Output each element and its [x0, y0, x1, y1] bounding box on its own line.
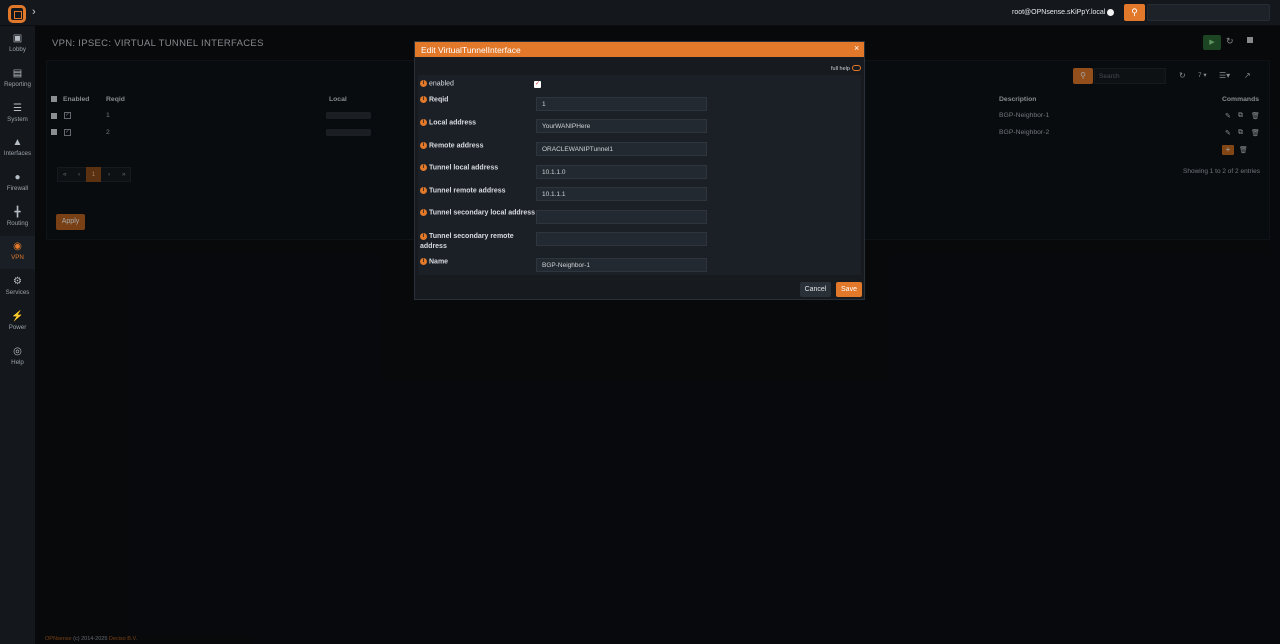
sidebar-item-label: Power — [8, 324, 27, 331]
enabled-checkbox[interactable]: ✓ — [534, 81, 541, 88]
modal-header: Edit VirtualTunnelInterface × — [415, 42, 864, 57]
save-button[interactable]: Save — [836, 282, 862, 297]
info-icon[interactable]: i — [420, 164, 427, 171]
server-icon: ☰ — [13, 103, 22, 114]
field-label-tunnel-local-address: i Tunnel local address — [420, 164, 498, 171]
sidebar: ▣ Lobby ▤ Reporting ☰ System ▲ Interface… — [0, 26, 35, 644]
sidebar-item-vpn[interactable]: ◉ VPN — [0, 236, 35, 269]
laptop-icon: ▣ — [12, 33, 23, 44]
sidebar-item-label: Services — [5, 289, 30, 296]
lifebuoy-icon: ◎ — [13, 346, 22, 357]
global-search-input[interactable] — [1147, 4, 1270, 21]
sidebar-item-power[interactable]: ⚡ Power — [0, 310, 35, 340]
sidebar-item-label: Routing — [6, 220, 29, 227]
cancel-button[interactable]: Cancel — [800, 282, 831, 297]
plug-icon: ⚡ — [11, 311, 24, 322]
area-chart-icon: ▤ — [12, 68, 23, 79]
field-label-enabled: i enabled — [420, 80, 454, 87]
opnsense-logo-icon[interactable] — [8, 5, 26, 23]
sidebar-item-label: VPN — [11, 254, 24, 261]
tunnel-secondary-local-address-input[interactable] — [536, 210, 707, 224]
toggle-icon[interactable] — [852, 65, 861, 71]
field-label-name: i Name — [420, 258, 448, 265]
remote-address-input[interactable] — [536, 142, 707, 156]
sidebar-item-interfaces[interactable]: ▲ Interfaces — [0, 136, 35, 166]
close-icon[interactable]: × — [854, 43, 859, 53]
signpost-icon: ╋ — [14, 207, 21, 218]
status-indicator-icon[interactable] — [1107, 9, 1114, 16]
sidebar-item-label: Lobby — [9, 46, 26, 53]
globe-icon: ◉ — [13, 241, 22, 252]
edit-modal: Edit VirtualTunnelInterface × full help … — [414, 41, 865, 300]
sidebar-item-label: Reporting — [4, 81, 31, 88]
local-address-input[interactable] — [536, 119, 707, 133]
sidebar-item-help[interactable]: ◎ Help — [0, 345, 35, 375]
fire-icon: ● — [14, 172, 21, 183]
sidebar-item-services[interactable]: ⚙ Services — [0, 275, 35, 305]
field-label-tunnel-secondary-remote-address: i Tunnel secondary remote address — [420, 232, 514, 250]
user-menu[interactable]: root@OPNsense.sKiPpY.local — [1012, 9, 1105, 16]
tunnel-remote-address-input[interactable] — [536, 187, 707, 201]
field-label-remote-address: i Remote address — [420, 142, 483, 149]
field-label-local-address: i Local address — [420, 119, 476, 126]
search-icon[interactable]: ⚲ — [1124, 4, 1145, 21]
modal-form: ienabled ✓ iReqid iLocal address iRemote… — [418, 75, 861, 275]
tunnel-local-address-input[interactable] — [536, 165, 707, 179]
reqid-input[interactable] — [536, 97, 707, 111]
tunnel-secondary-remote-address-input[interactable] — [536, 232, 707, 246]
sidebar-item-label: Interfaces — [3, 150, 32, 157]
info-icon[interactable]: i — [420, 80, 427, 87]
sidebar-item-reporting[interactable]: ▤ Reporting — [0, 67, 35, 97]
cog-icon: ⚙ — [13, 276, 22, 287]
top-bar: › root@OPNsense.sKiPpY.local ⚲ — [0, 0, 1280, 26]
info-icon[interactable]: i — [420, 142, 427, 149]
sidebar-item-label: System — [7, 116, 28, 123]
info-icon[interactable]: i — [420, 258, 427, 265]
sidebar-item-routing[interactable]: ╋ Routing — [0, 206, 35, 236]
info-icon[interactable]: i — [420, 209, 427, 216]
sidebar-item-lobby[interactable]: ▣ Lobby — [0, 32, 35, 62]
sidebar-item-label: Firewall — [6, 185, 29, 192]
sidebar-item-system[interactable]: ☰ System — [0, 102, 35, 132]
chevron-right-icon[interactable]: › — [32, 6, 36, 18]
info-icon[interactable]: i — [420, 187, 427, 194]
field-label-tunnel-remote-address: i Tunnel remote address — [420, 187, 506, 194]
sitemap-icon: ▲ — [12, 137, 23, 148]
info-icon[interactable]: i — [420, 119, 427, 126]
info-icon[interactable]: i — [420, 96, 427, 103]
sidebar-item-label: Help — [11, 359, 24, 366]
name-input[interactable] — [536, 258, 707, 272]
sidebar-item-firewall[interactable]: ● Firewall — [0, 171, 35, 201]
field-label-tunnel-secondary-local-address: i Tunnel secondary local address — [420, 209, 535, 216]
modal-title: Edit VirtualTunnelInterface — [421, 45, 521, 55]
full-help-label: full help — [831, 66, 850, 72]
info-icon[interactable]: i — [420, 232, 427, 240]
field-label-reqid: i Reqid — [420, 96, 448, 103]
